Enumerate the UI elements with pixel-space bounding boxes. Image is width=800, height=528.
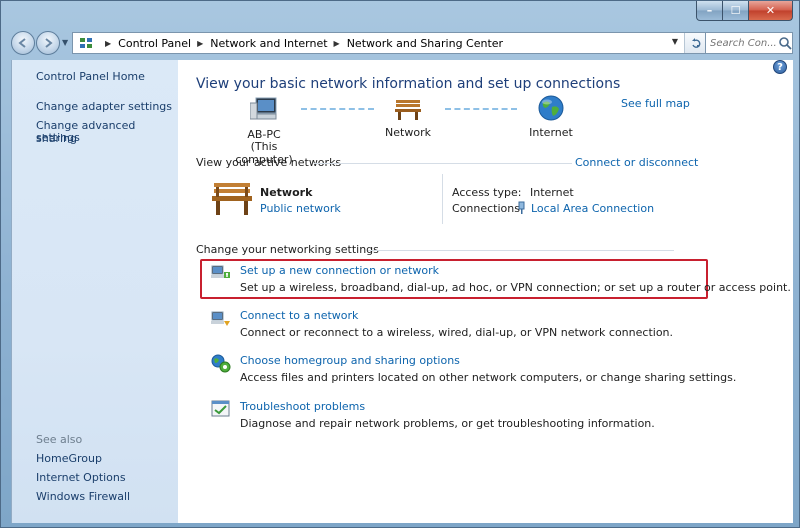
back-button[interactable]	[11, 31, 35, 55]
arrow-left-icon	[18, 38, 26, 48]
maximize-button[interactable]: ☐	[723, 1, 749, 21]
divider	[442, 174, 443, 224]
network-bench-icon	[212, 183, 252, 215]
main-pane: ? View your basic network information an…	[178, 60, 793, 523]
window: – ☐ ✕ ▼ ▶ Control Panel ▶ Network and In…	[0, 0, 800, 528]
troubleshoot-icon[interactable]	[211, 399, 231, 419]
close-button[interactable]: ✕	[749, 1, 793, 21]
sidebar-control-panel-home[interactable]: Control Panel Home	[36, 70, 145, 83]
new-connection-icon[interactable]	[211, 263, 231, 283]
setup-new-connection-desc: Set up a wireless, broadband, dial-up, a…	[240, 281, 791, 294]
connection-line	[445, 108, 517, 110]
help-icon[interactable]: ?	[773, 60, 787, 74]
internet-map-label: Internet	[529, 126, 573, 139]
sidebar-change-adapter-settings[interactable]: Change adapter settings	[36, 100, 172, 113]
access-type-value: Internet	[530, 186, 574, 199]
setup-new-connection-link[interactable]: Set up a new connection or network	[240, 264, 439, 277]
change-settings-label: Change your networking settings	[196, 243, 379, 256]
homegroup-sharing-link[interactable]: Choose homegroup and sharing options	[240, 354, 460, 367]
sidebar-homegroup[interactable]: HomeGroup	[36, 452, 102, 465]
navigation-bar: ▼ ▶ Control Panel ▶ Network and Internet…	[11, 31, 793, 55]
access-type-label: Access type:	[452, 186, 522, 199]
arrow-right-icon	[45, 38, 53, 48]
computer-icon	[250, 97, 277, 120]
see-also-label: See also	[36, 433, 83, 446]
network-map-label: Network	[385, 126, 431, 139]
breadcrumb-control-panel[interactable]: Control Panel	[118, 37, 191, 50]
connect-network-icon[interactable]	[211, 309, 231, 329]
homegroup-icon[interactable]	[211, 353, 231, 373]
sidebar-change-advanced-sharing-settings[interactable]: settings	[36, 131, 80, 144]
local-area-connection-link[interactable]: Local Area Connection	[531, 202, 654, 215]
breadcrumb-network-and-sharing-center[interactable]: Network and Sharing Center	[347, 37, 503, 50]
refresh-button[interactable]	[684, 33, 706, 53]
address-dropdown-icon[interactable]: ▼	[672, 37, 678, 46]
ethernet-icon	[518, 201, 525, 214]
network-bench-icon	[395, 100, 421, 120]
search-input[interactable]	[710, 37, 776, 49]
chevron-right-icon[interactable]: ▶	[105, 39, 111, 48]
see-full-map-link[interactable]: See full map	[621, 97, 690, 110]
sidebar: Control Panel Home Change adapter settin…	[11, 60, 178, 523]
chevron-right-icon[interactable]: ▶	[197, 39, 203, 48]
network-type-link[interactable]: Public network	[260, 202, 341, 215]
connection-line	[301, 108, 374, 110]
chevron-right-icon[interactable]: ▶	[334, 39, 340, 48]
minimize-button[interactable]: –	[696, 1, 723, 21]
title-bar-buttons: – ☐ ✕	[696, 1, 793, 21]
troubleshoot-problems-desc: Diagnose and repair network problems, or…	[240, 417, 655, 430]
divider	[314, 163, 572, 164]
troubleshoot-problems-link[interactable]: Troubleshoot problems	[240, 400, 365, 413]
connect-to-network-link[interactable]: Connect to a network	[240, 309, 358, 322]
homegroup-sharing-desc: Access files and printers located on oth…	[240, 371, 737, 384]
search-icon[interactable]	[778, 36, 792, 50]
address-bar[interactable]: ▶ Control Panel ▶ Network and Internet ▶…	[72, 32, 707, 54]
recent-pages-dropdown[interactable]: ▼	[62, 38, 68, 47]
search-box[interactable]	[705, 32, 793, 54]
internet-globe-icon	[538, 95, 564, 121]
connections-label: Connections:	[452, 202, 524, 215]
control-panel-icon	[79, 36, 93, 50]
active-network-name: Network	[260, 186, 313, 199]
sidebar-windows-firewall[interactable]: Windows Firewall	[36, 490, 130, 503]
connect-to-network-desc: Connect or reconnect to a wireless, wire…	[240, 326, 674, 339]
forward-button[interactable]	[36, 31, 60, 55]
connect-or-disconnect-link[interactable]: Connect or disconnect	[575, 156, 698, 169]
breadcrumb-network-and-internet[interactable]: Network and Internet	[210, 37, 327, 50]
refresh-icon	[691, 38, 700, 48]
page-title: View your basic network information and …	[196, 76, 621, 92]
divider	[368, 250, 674, 251]
sidebar-internet-options[interactable]: Internet Options	[36, 471, 126, 484]
